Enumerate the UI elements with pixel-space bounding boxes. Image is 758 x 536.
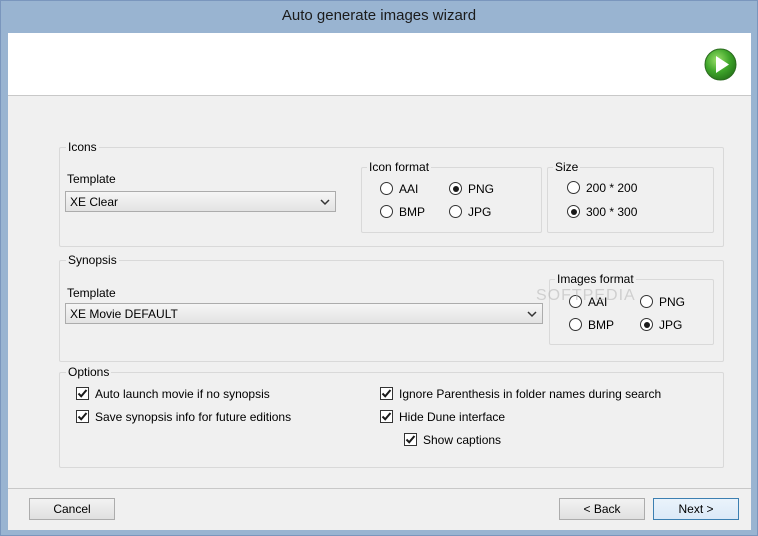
icons-template-select[interactable]: XE Clear (65, 191, 336, 212)
footer-separator (8, 488, 751, 489)
radio-circle (567, 181, 580, 194)
synopsis-template-select[interactable]: XE Movie DEFAULT (65, 303, 543, 324)
check-icon (77, 412, 88, 421)
size-legend: Size (553, 160, 581, 174)
checkbox-checked (404, 433, 417, 446)
check-icon (381, 389, 392, 398)
radio-circle (640, 295, 653, 308)
chevron-down-icon (320, 199, 330, 206)
radio-circle (380, 182, 393, 195)
size-group: Size 200 * 200 300 * 300 (547, 160, 714, 233)
chevron-down-icon (527, 311, 537, 318)
title-bar[interactable]: Auto generate images wizard (1, 1, 757, 33)
check-icon (77, 389, 88, 398)
check-icon (405, 435, 416, 444)
synopsis-template-label: Template (67, 286, 116, 300)
check-icon (381, 412, 392, 421)
synopsis-legend: Synopsis (66, 253, 119, 267)
icons-template-value: XE Clear (70, 195, 119, 209)
icon-format-group: Icon format AAI PNG BMP JPG (361, 160, 542, 233)
radio-circle-selected (567, 205, 580, 218)
radio-circle (380, 205, 393, 218)
wizard-client-area: Icons Template XE Clear Icon format AAI … (8, 33, 751, 530)
radio-circle (449, 205, 462, 218)
next-button[interactable]: Next > (653, 498, 739, 520)
checkbox-checked (380, 387, 393, 400)
checkbox-checked (76, 387, 89, 400)
checkbox-checked (380, 410, 393, 423)
synopsis-group: Synopsis Template XE Movie DEFAULT Image… (59, 253, 724, 362)
options-group: Options Auto launch movie if no synopsis… (59, 365, 724, 468)
back-button[interactable]: < Back (559, 498, 645, 520)
wizard-window: Auto generate images wizard Icons Templa… (0, 0, 758, 536)
green-play-icon[interactable] (704, 48, 737, 81)
cancel-button[interactable]: Cancel (29, 498, 115, 520)
checkbox-checked (76, 410, 89, 423)
icon-format-legend: Icon format (367, 160, 432, 174)
options-legend: Options (66, 365, 112, 379)
radio-circle (569, 318, 582, 331)
window-title: Auto generate images wizard (281, 7, 477, 24)
icons-legend: Icons (66, 140, 99, 154)
icons-template-label: Template (67, 172, 116, 186)
radio-circle-selected (640, 318, 653, 331)
synopsis-template-value: XE Movie DEFAULT (70, 307, 178, 321)
radio-circle-selected (449, 182, 462, 195)
icons-group: Icons Template XE Clear Icon format AAI … (59, 140, 724, 247)
watermark: SOFTPEDIA (536, 287, 636, 304)
images-format-legend: Images format (555, 272, 636, 286)
wizard-header (8, 33, 751, 96)
